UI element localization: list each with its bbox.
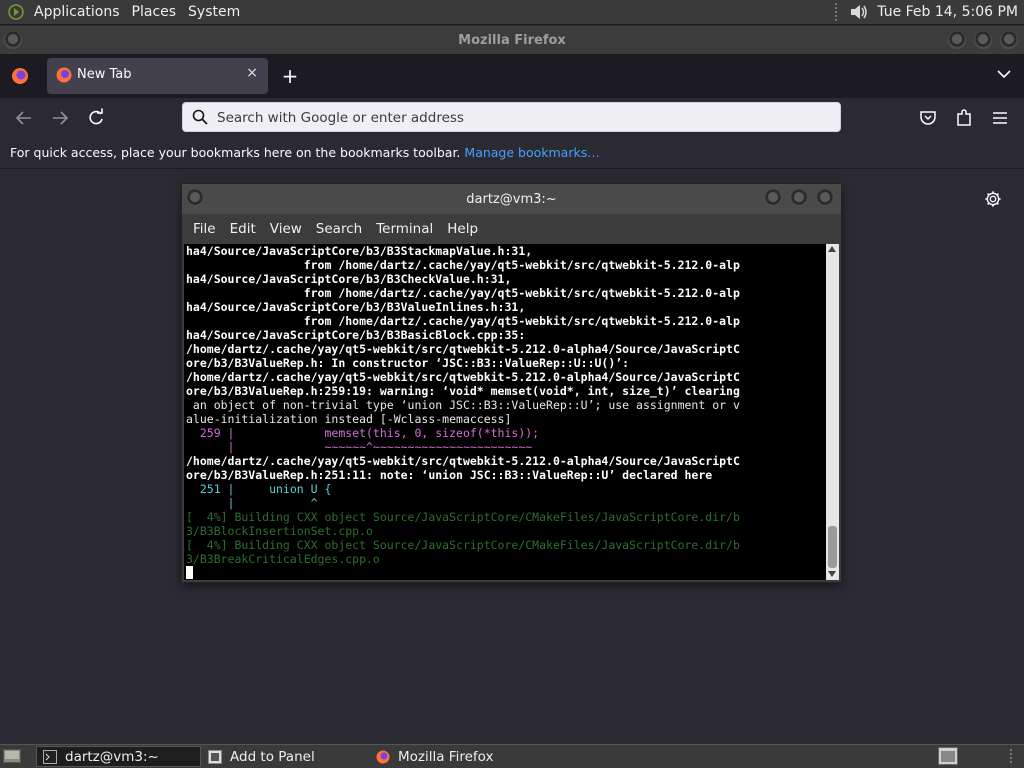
- extensions-icon[interactable]: [954, 108, 974, 128]
- manage-bookmarks-link[interactable]: Manage bookmarks…: [464, 145, 599, 160]
- terminal-line: ha4/Source/JavaScriptCore/b3/B3StackmapV…: [186, 244, 533, 258]
- taskbar-item-terminal[interactable]: dartz@vm3:~: [36, 746, 201, 767]
- terminal-line: /home/dartz/.cache/yay/qt5-webkit/src/qt…: [186, 342, 740, 356]
- terminal-line: alue-initialization instead [-Wclass-mem…: [186, 412, 512, 426]
- minimize-button[interactable]: [948, 31, 966, 49]
- chevron-down-icon[interactable]: [996, 66, 1012, 82]
- tab-close-icon[interactable]: ×: [246, 65, 258, 81]
- taskbar-item-label: dartz@vm3:~: [65, 748, 159, 765]
- tab-strip: New Tab × +: [0, 54, 1024, 98]
- bookmarks-message-container: For quick access, place your bookmarks h…: [10, 145, 600, 160]
- terminal-line: /home/dartz/.cache/yay/qt5-webkit/src/qt…: [186, 370, 740, 384]
- url-input[interactable]: [215, 106, 819, 130]
- taskbar-item-label: Mozilla Firefox: [398, 748, 494, 765]
- terminal-line: | ^: [186, 496, 318, 510]
- firefox-favicon-icon: [56, 67, 72, 83]
- volume-icon[interactable]: [849, 3, 869, 21]
- terminal-line: ore/b3/B3ValueRep.h:251:11: note: ‘union…: [186, 468, 713, 482]
- terminal-maximize-button[interactable]: [790, 189, 808, 207]
- firefox-icon: [376, 750, 390, 763]
- terminal-window-menu-button[interactable]: [186, 189, 204, 207]
- terminal-line: [ 4%] Building CXX object Source/JavaScr…: [186, 510, 740, 524]
- bookmarks-toolbar: For quick access, place your bookmarks h…: [0, 138, 1024, 169]
- bottom-panel: dartz@vm3:~ Add to Panel Mozilla Firefox: [0, 744, 1024, 768]
- window-title: Mozilla Firefox: [458, 32, 566, 48]
- terminal-menu-search[interactable]: Search: [309, 221, 369, 237]
- panel-separator: [1010, 749, 1018, 763]
- navigation-toolbar: [0, 98, 1024, 138]
- terminal-line: 251 | union U {: [186, 482, 332, 496]
- terminal-line: ha4/Source/JavaScriptCore/b3/B3CheckValu…: [186, 272, 512, 286]
- scrollbar-thumb[interactable]: [828, 526, 837, 568]
- terminal-close-button[interactable]: [816, 189, 834, 207]
- scroll-up-icon[interactable]: [828, 246, 836, 252]
- terminal-title: dartz@vm3:~: [466, 191, 557, 207]
- top-panel: Applications Places System Tue Feb 14, 5…: [0, 0, 1024, 25]
- terminal-line: 259 | memset(this, 0, sizeof(*this));: [186, 426, 540, 440]
- workspace-switcher-icon[interactable]: [938, 747, 958, 765]
- maximize-button[interactable]: [974, 31, 992, 49]
- terminal-menubar: File Edit View Search Terminal Help: [182, 214, 841, 244]
- terminal-line: ha4/Source/JavaScriptCore/b3/B3ValueInli…: [186, 300, 526, 314]
- search-icon: [192, 109, 208, 125]
- terminal-line: 3/B3BlockInsertionSet.cpp.o: [186, 524, 373, 538]
- panel-separator: [835, 3, 841, 21]
- window-menu-button[interactable]: [4, 31, 22, 49]
- forward-icon[interactable]: [50, 108, 70, 128]
- terminal-line: from /home/dartz/.cache/yay/qt5-webkit/s…: [186, 314, 740, 328]
- menu-system[interactable]: System: [182, 4, 246, 20]
- close-window-button[interactable]: [1000, 31, 1018, 49]
- terminal-line: an object of non-trivial type ‘union JSC…: [186, 398, 740, 412]
- terminal-icon: [43, 749, 57, 764]
- taskbar-item-firefox[interactable]: Mozilla Firefox: [370, 746, 535, 767]
- hamburger-menu-icon[interactable]: [990, 108, 1010, 128]
- address-bar[interactable]: [182, 102, 841, 132]
- terminal-output: ha4/Source/JavaScriptCore/b3/B3StackmapV…: [186, 244, 740, 580]
- clock[interactable]: Tue Feb 14, 5:06 PM: [877, 4, 1018, 20]
- terminal-line: ore/b3/B3ValueRep.h: In constructor ‘JSC…: [186, 356, 630, 370]
- terminal-line: ha4/Source/JavaScriptCore/b3/B3BasicBloc…: [186, 328, 526, 342]
- reload-icon[interactable]: [86, 108, 106, 128]
- back-icon[interactable]: [14, 108, 34, 128]
- terminal-minimize-button[interactable]: [764, 189, 782, 207]
- gnome-logo-icon[interactable]: [8, 4, 24, 20]
- pocket-icon[interactable]: [918, 108, 938, 128]
- taskbar-item-add-to-panel[interactable]: Add to Panel: [202, 746, 367, 767]
- firefox-titlebar[interactable]: Mozilla Firefox: [0, 26, 1024, 54]
- gear-icon[interactable]: [984, 190, 1002, 208]
- terminal-line: from /home/dartz/.cache/yay/qt5-webkit/s…: [186, 286, 740, 300]
- terminal-menu-terminal[interactable]: Terminal: [369, 221, 440, 237]
- terminal-line: ore/b3/B3ValueRep.h:259:19: warning: ‘vo…: [186, 384, 740, 398]
- add-to-panel-icon: [208, 749, 222, 764]
- terminal-menu-file[interactable]: File: [186, 221, 223, 237]
- menu-applications[interactable]: Applications: [28, 4, 126, 20]
- tab-new-tab[interactable]: New Tab ×: [47, 58, 268, 94]
- menu-places[interactable]: Places: [126, 4, 183, 20]
- terminal-line: 3/B3BreakCriticalEdges.cpp.o: [186, 552, 380, 566]
- firefox-view-icon[interactable]: [11, 67, 29, 85]
- terminal-cursor: [186, 566, 193, 579]
- terminal-titlebar[interactable]: dartz@vm3:~: [182, 184, 841, 214]
- terminal-scrollbar[interactable]: [826, 244, 839, 580]
- terminal-menu-edit[interactable]: Edit: [223, 221, 263, 237]
- terminal-screen[interactable]: ha4/Source/JavaScriptCore/b3/B3StackmapV…: [184, 244, 826, 580]
- new-tab-button[interactable]: +: [280, 64, 300, 88]
- bookmarks-message: For quick access, place your bookmarks h…: [10, 145, 461, 160]
- show-desktop-icon[interactable]: [3, 749, 21, 763]
- tab-title: New Tab: [77, 67, 132, 82]
- terminal-menu-view[interactable]: View: [263, 221, 309, 237]
- terminal-line: | ~~~~~~^~~~~~~~~~~~~~~~~~~~~~~~: [186, 440, 533, 454]
- taskbar-item-label: Add to Panel: [230, 748, 315, 765]
- terminal-line: /home/dartz/.cache/yay/qt5-webkit/src/qt…: [186, 454, 740, 468]
- terminal-menu-help[interactable]: Help: [440, 221, 485, 237]
- terminal-window[interactable]: dartz@vm3:~ File Edit View Search Termin…: [182, 184, 841, 582]
- terminal-line: from /home/dartz/.cache/yay/qt5-webkit/s…: [186, 258, 740, 272]
- terminal-line: [ 4%] Building CXX object Source/JavaScr…: [186, 538, 740, 552]
- scroll-down-icon[interactable]: [828, 571, 836, 577]
